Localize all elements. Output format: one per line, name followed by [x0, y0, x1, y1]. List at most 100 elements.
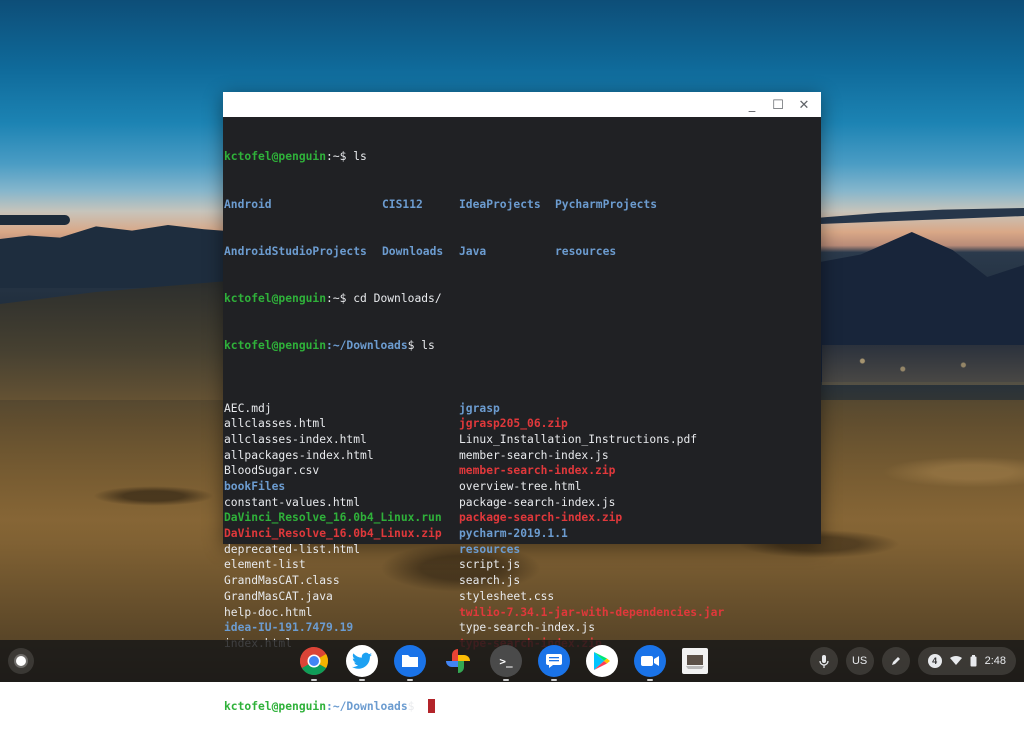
dir-entry: bookFiles [224, 480, 286, 494]
maximize-button[interactable]: ☐ [767, 95, 789, 115]
dir-entry: Downloads [382, 244, 444, 258]
wallpaper-cloud [820, 208, 1024, 224]
terminal-output[interactable]: kctofel@penguin:~ $ ls Android CIS112 IdeaP… [223, 117, 821, 713]
file-entry: GrandMasCAT.class [224, 574, 340, 588]
file-entry: jgrasp205_06.zip [459, 417, 568, 431]
dir-entry: IdeaProjects [459, 197, 541, 211]
twitter-app[interactable] [346, 645, 378, 681]
battery-icon [970, 655, 977, 667]
ls-output-row: GrandMasCAT.java stylesheet.css [224, 589, 821, 605]
ls-output-row: Android CIS112 IdeaProjects PycharmProjects [224, 197, 821, 213]
photos-icon [446, 649, 470, 673]
files-app[interactable] [394, 645, 426, 681]
ls-output-row: constant-values.html package-search-index… [224, 495, 821, 511]
ls-output-row: allclasses.html jgrasp205_06.zip [224, 416, 821, 432]
terminal-icon: >_ [499, 654, 513, 668]
dir-entry: pycharm-2019.1.1 [459, 527, 568, 541]
dir-entry: resources [555, 244, 617, 258]
play-store-icon [594, 652, 610, 670]
twitter-icon [352, 652, 372, 669]
terminal-app[interactable]: >_ [490, 645, 522, 681]
prompt-line: kctofel@penguin:~/Downloads $ ls [224, 338, 821, 354]
file-entry: constant-values.html [224, 495, 361, 509]
chrome-icon [300, 647, 328, 675]
file-entry: member-search-index.js [459, 448, 609, 462]
file-entry: twilio-7.34.1-jar-with-dependencies.jar [459, 605, 725, 619]
microphone-button[interactable] [809, 647, 838, 675]
prompt-path: :~ [326, 291, 340, 305]
ls-output-row: AndroidStudioProjects Downloads Java resour… [224, 244, 821, 260]
prompt-line: kctofel@penguin:~ $ cd Downloads/ [224, 291, 821, 307]
file-entry: stylesheet.css [459, 589, 555, 603]
text-cursor [428, 698, 436, 713]
window-preview-app[interactable] [682, 648, 708, 674]
file-entry: member-search-index.zip [459, 464, 616, 478]
terminal-window[interactable]: _ ☐ ✕ kctofel@penguin:~ $ ls Android CIS11… [223, 92, 821, 713]
notification-count-badge: 4 [927, 654, 942, 668]
system-status-area[interactable]: 4 2:48 [917, 647, 1016, 675]
dir-entry: AndroidStudioProjects [224, 244, 367, 258]
wallpaper-mountains-left [0, 225, 240, 288]
maximize-icon: ☐ [772, 97, 784, 113]
file-entry: type-search-index.js [459, 621, 596, 635]
ls-output-row: BloodSugar.csv member-search-index.zip [224, 463, 821, 479]
files-icon [402, 655, 418, 667]
ls-output-row: GrandMasCAT.class search.js [224, 573, 821, 589]
clock-time: 2:48 [984, 655, 1006, 667]
command-text: $ [407, 699, 422, 713]
file-entry: allpackages-index.html [224, 448, 374, 462]
status-tray: US 4 2:48 [809, 647, 1016, 675]
play-store-app[interactable] [586, 645, 618, 677]
command-text: $ cd Downloads/ [339, 291, 442, 305]
prompt-line: kctofel@penguin:~ $ ls [224, 149, 821, 165]
file-entry: GrandMasCAT.java [224, 589, 333, 603]
close-icon: ✕ [798, 97, 810, 113]
minimize-button[interactable]: _ [741, 95, 763, 115]
command-text: $ ls [407, 338, 435, 352]
file-entry: allclasses-index.html [224, 432, 367, 446]
wallpaper-cloud [0, 215, 70, 225]
zoom-app[interactable] [634, 645, 666, 681]
ls-output-row: DaVinci_Resolve_16.0b4_Linux.run package-… [224, 510, 821, 526]
window-titlebar[interactable]: _ ☐ ✕ [223, 92, 821, 117]
file-entry: script.js [459, 558, 521, 572]
ls-output-row: AEC.mdj jgrasp [224, 401, 821, 417]
microphone-icon [818, 655, 829, 668]
chrome-app[interactable] [298, 645, 330, 681]
window-controls: _ ☐ ✕ [741, 95, 815, 115]
file-entry: allclasses.html [224, 417, 327, 431]
file-entry: package-search-index.zip [459, 511, 623, 525]
prompt-user: kctofel@penguin [224, 699, 327, 713]
dir-entry: Android [224, 197, 272, 211]
prompt-user: kctofel@penguin [224, 338, 327, 352]
command-text: $ ls [339, 150, 367, 164]
minimize-icon: _ [748, 97, 756, 113]
stylus-icon [891, 657, 900, 665]
ls-output-row: idea-IU-191.7479.19 type-search-index.js [224, 620, 821, 636]
close-button[interactable]: ✕ [793, 95, 815, 115]
dir-entry: idea-IU-191.7479.19 [224, 621, 354, 635]
launcher-button[interactable] [8, 648, 34, 674]
file-entry: AEC.mdj [224, 401, 272, 415]
ls-output-row: allclasses-index.html Linux_Installation_… [224, 432, 821, 448]
input-method-button[interactable]: US [845, 647, 874, 675]
prompt-line: kctofel@penguin:~/Downloads $ [224, 698, 821, 715]
wallpaper-hills-left [0, 280, 240, 400]
dir-entry: CIS112 [382, 197, 423, 211]
ls-output-row: allpackages-index.html member-search-inde… [224, 448, 821, 464]
ls-output-row: deprecated-list.html resources [224, 542, 821, 558]
prompt-path: :~/Downloads [326, 338, 408, 352]
file-entry: BloodSugar.csv [224, 464, 320, 478]
dir-entry: Java [459, 244, 487, 258]
file-entry: DaVinci_Resolve_16.0b4_Linux.zip [224, 527, 442, 541]
prompt-path: :~/Downloads [326, 699, 408, 713]
zoom-icon [641, 656, 659, 666]
ls-output-row: help-doc.html twilio-7.34.1-jar-with-depe… [224, 605, 821, 621]
file-entry: help-doc.html [224, 605, 313, 619]
messages-app[interactable] [538, 645, 570, 681]
photos-app[interactable] [442, 645, 474, 677]
stylus-button[interactable] [881, 647, 910, 675]
wallpaper-town-lights [822, 345, 1024, 385]
file-entry: DaVinci_Resolve_16.0b4_Linux.run [224, 511, 442, 525]
window-thumbnail-icon [686, 655, 704, 669]
